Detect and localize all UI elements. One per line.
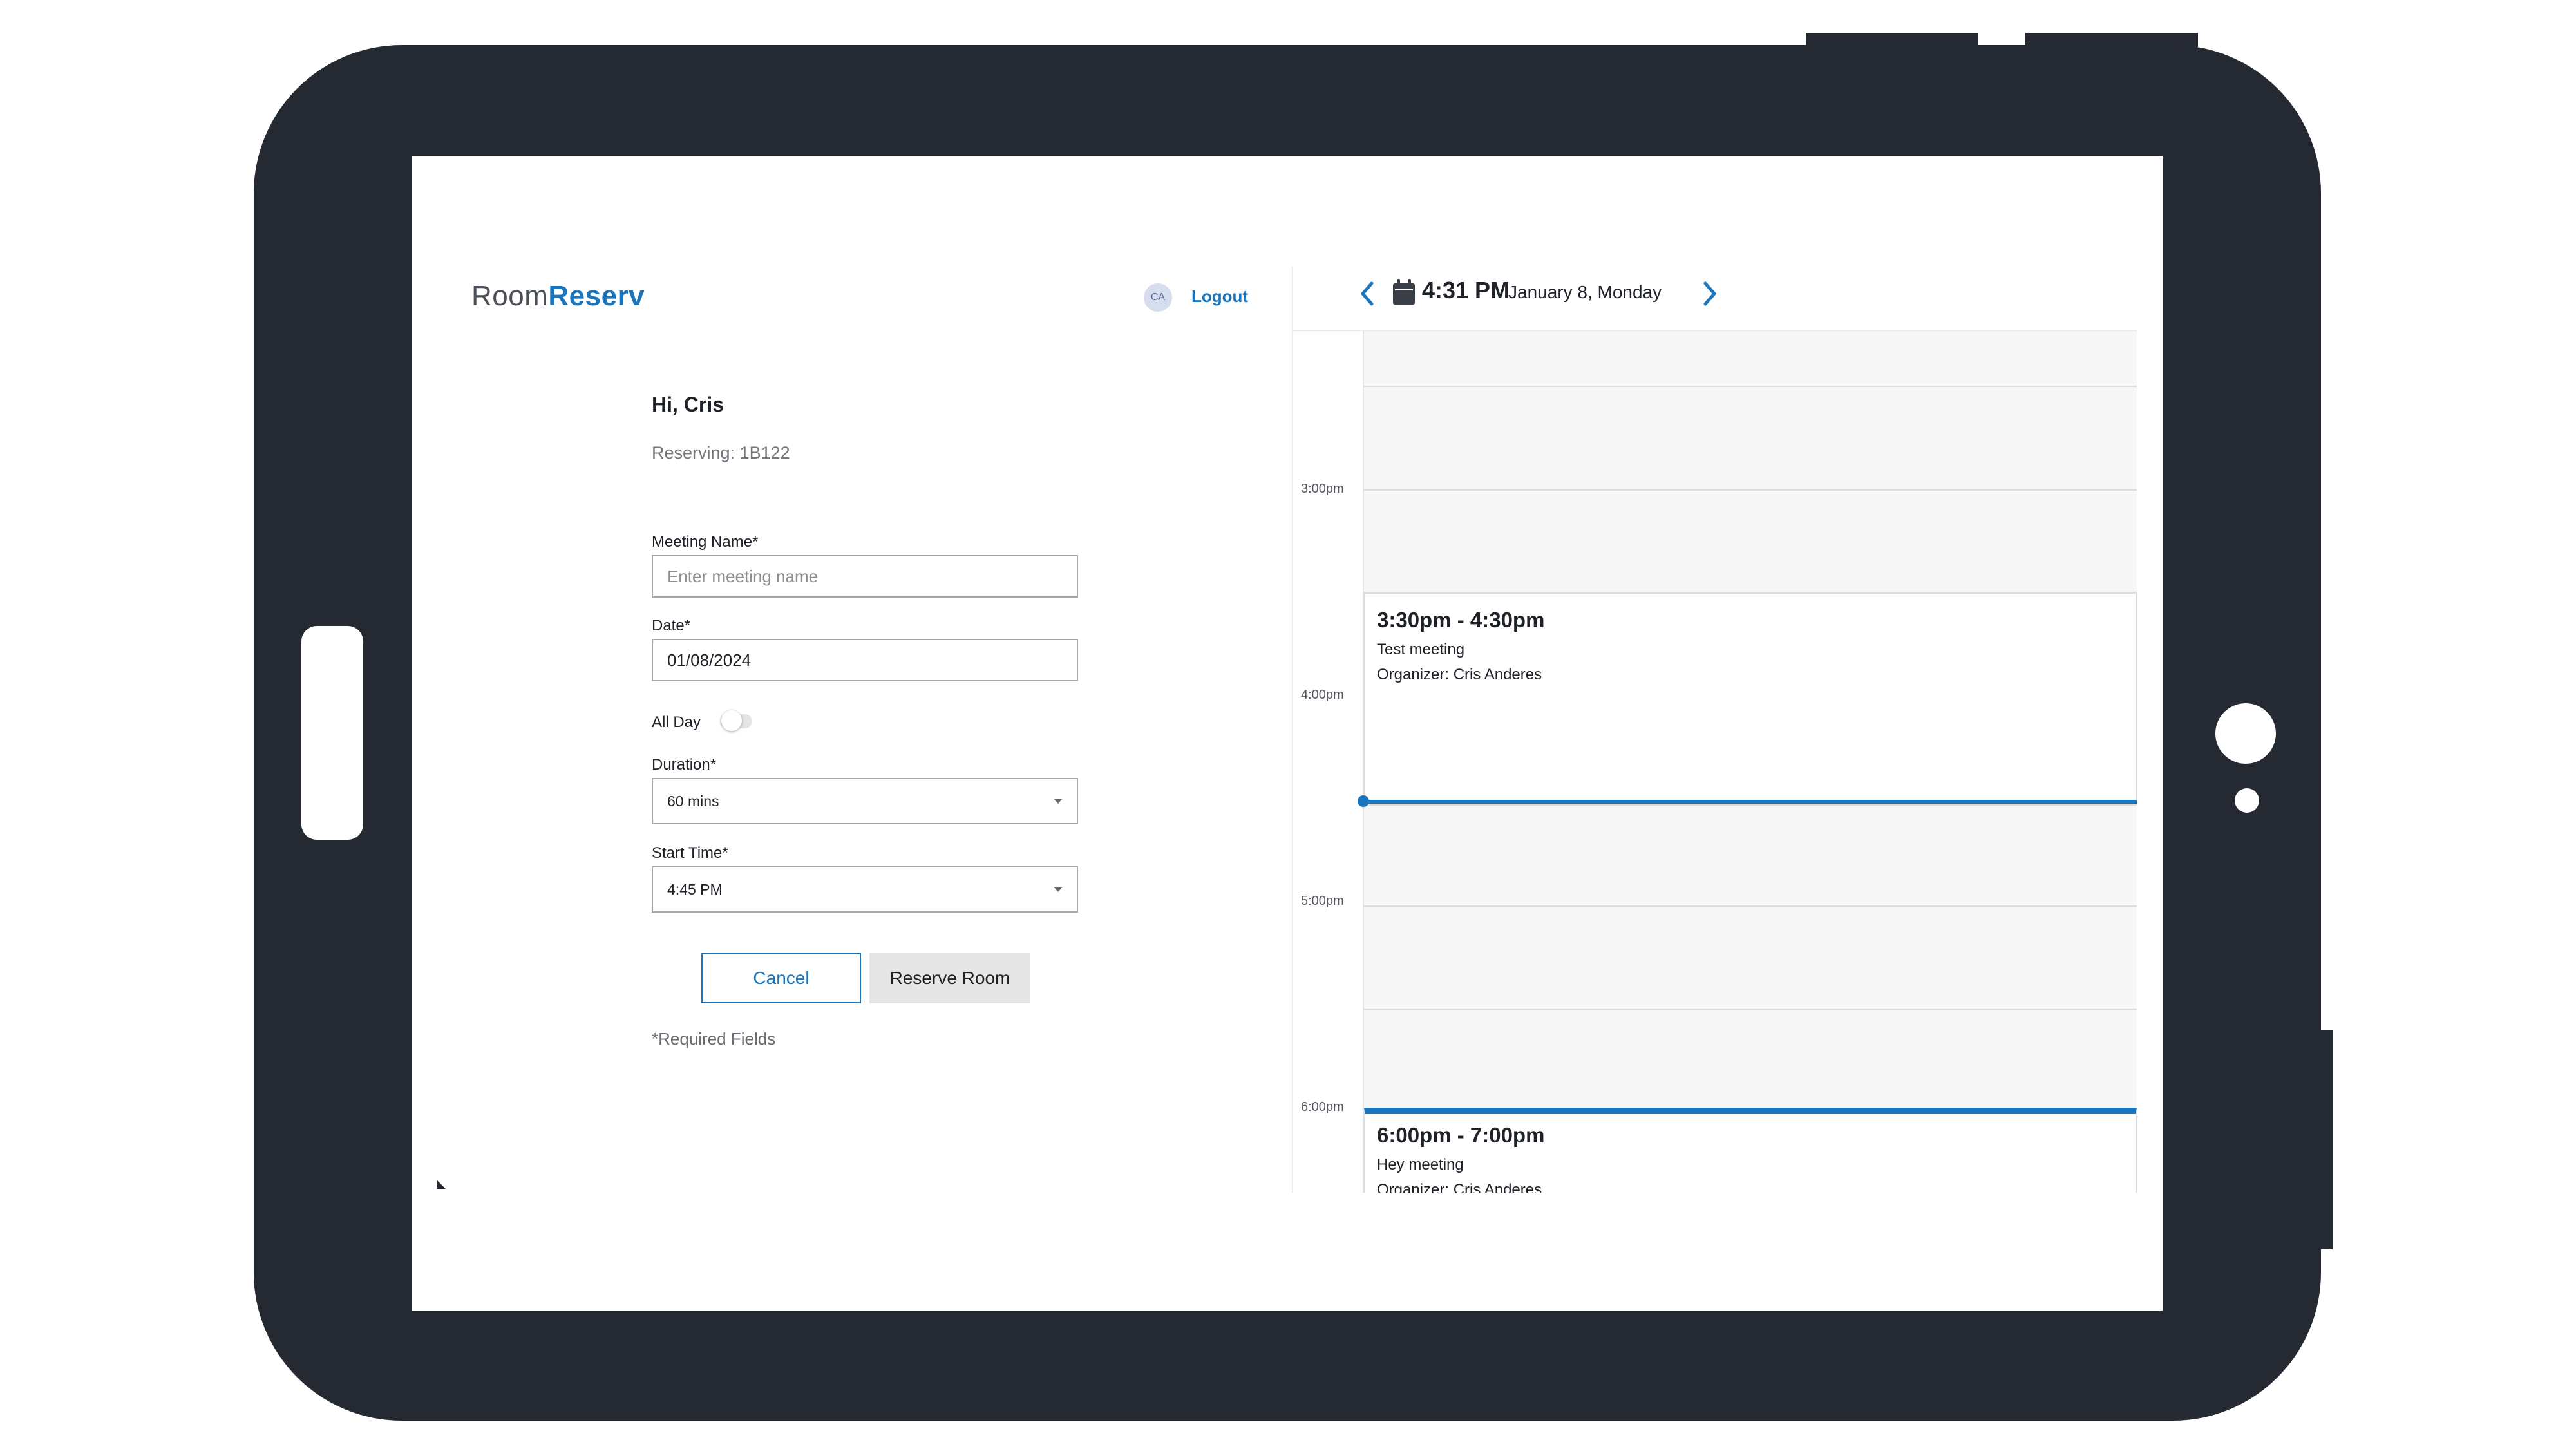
logout-link[interactable]: Logout [1191, 287, 1248, 307]
all-day-label: All Day [652, 714, 701, 731]
chevron-down-icon [1054, 887, 1063, 892]
date-input[interactable]: 01/08/2024 [652, 639, 1078, 681]
time-label-6pm: 6:00pm [1301, 1100, 1344, 1114]
logo-prefix: Room [471, 280, 549, 312]
chevron-right-icon[interactable] [1700, 279, 1719, 308]
event-time: 6:00pm - 7:00pm [1377, 1123, 1545, 1147]
duration-select[interactable]: 60 mins [652, 778, 1078, 824]
grid-line [1364, 489, 2137, 491]
reserving-room: Reserving: 1B122 [652, 443, 790, 462]
screen-bottom-margin [412, 1193, 2163, 1311]
start-time-label: Start Time* [652, 844, 728, 862]
chevron-left-icon[interactable] [1358, 279, 1377, 308]
duration-value: 60 mins [667, 792, 719, 810]
required-fields-note: *Required Fields [652, 1029, 776, 1048]
duration-label: Duration* [652, 756, 717, 773]
tablet-home-button [301, 626, 363, 840]
meeting-name-input[interactable]: Enter meeting name [652, 555, 1078, 598]
time-gutter [1293, 331, 1363, 1311]
greeting: Hi, Cris [652, 393, 724, 416]
current-time-dot [1358, 795, 1369, 807]
grid-line [1364, 1009, 2137, 1010]
avatar[interactable]: CA [1144, 283, 1172, 312]
meeting-name-placeholder: Enter meeting name [667, 566, 819, 586]
cancel-button[interactable]: Cancel [701, 953, 861, 1003]
event-name: Hey meeting [1377, 1156, 1464, 1173]
calendar-event[interactable]: 3:30pm - 4:30pm Test meeting Organizer: … [1364, 592, 2137, 806]
resize-corner-icon [437, 1180, 446, 1189]
tablet-screen: RoomReserv CA Logout Hi, Cris Reserving:… [412, 156, 2163, 1311]
event-name: Test meeting [1377, 641, 1465, 658]
tablet-sensor [2235, 788, 2259, 813]
reserve-room-button[interactable]: Reserve Room [869, 953, 1030, 1003]
grid-line [1364, 386, 2137, 387]
date-value: 01/08/2024 [667, 650, 752, 670]
grid-line [1364, 905, 2137, 907]
app-logo: RoomReserv [471, 280, 645, 312]
current-time-indicator [1365, 800, 2137, 804]
start-time-select[interactable]: 4:45 PM [652, 866, 1078, 913]
tablet-camera [2215, 703, 2276, 764]
event-organizer: Organizer: Cris Anderes [1377, 666, 1542, 683]
calendar-icon [1393, 279, 1415, 305]
chevron-down-icon [1054, 799, 1063, 804]
current-time: 4:31 PM [1422, 277, 1510, 303]
all-day-toggle-knob[interactable] [721, 710, 742, 731]
time-label-5pm: 5:00pm [1301, 894, 1344, 908]
event-time: 3:30pm - 4:30pm [1377, 608, 1545, 632]
time-label-3pm: 3:00pm [1301, 482, 1344, 496]
logo-brand: Reserv [548, 280, 645, 312]
meeting-name-label: Meeting Name* [652, 533, 759, 551]
time-label-4pm: 4:00pm [1301, 688, 1344, 702]
current-date: January 8, Monday [1508, 282, 1662, 302]
date-label: Date* [652, 617, 691, 634]
start-time-value: 4:45 PM [667, 880, 723, 898]
